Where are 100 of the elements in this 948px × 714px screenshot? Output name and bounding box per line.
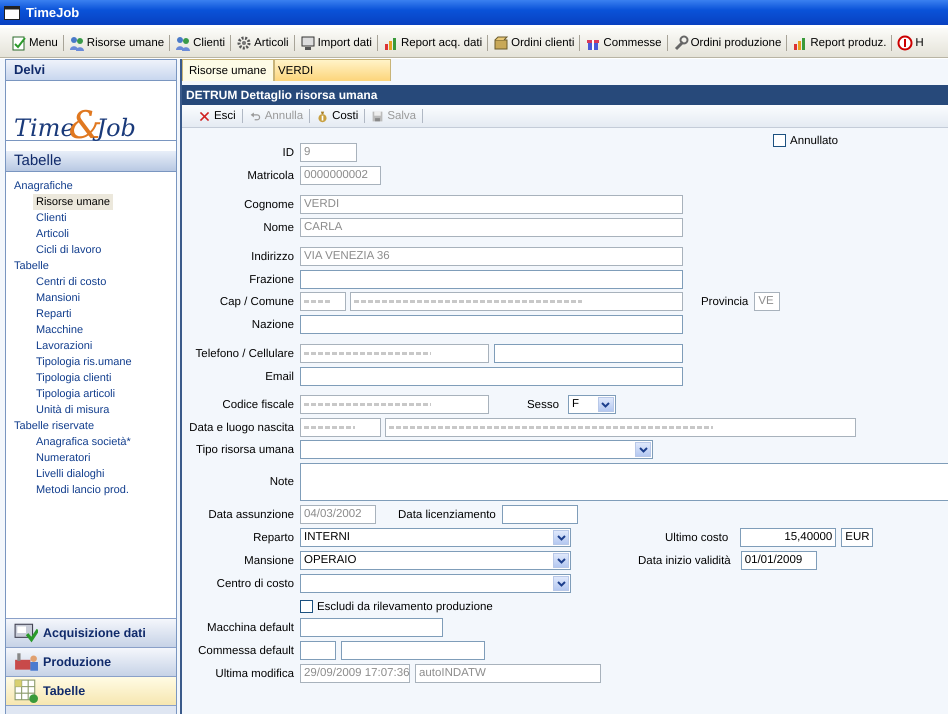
field-label: Data e luogo nascita xyxy=(188,422,295,434)
people-icon xyxy=(175,34,192,50)
tree-group[interactable]: Tabelle riservate xyxy=(14,420,94,432)
toolbar-button[interactable]: Report acq. dati xyxy=(380,32,486,54)
checklist-icon xyxy=(11,34,27,50)
field-label: Telefono / Cellulare xyxy=(194,348,295,360)
tab[interactable]: VERDI xyxy=(274,59,391,81)
tree-item[interactable]: Mansioni xyxy=(33,290,84,306)
field-label: Commessa default xyxy=(197,644,295,656)
field-label: ID xyxy=(282,146,295,158)
field-label: Ultimo costo xyxy=(665,532,728,544)
field-label: Centro di costo xyxy=(216,578,295,590)
field-label: Data licenziamento xyxy=(398,508,496,520)
tree-item[interactable]: Livelli dialoghi xyxy=(33,466,108,482)
chevron-down-icon xyxy=(556,534,566,540)
toolbar-button[interactable]: H xyxy=(894,32,927,54)
tree-item[interactable]: Centri di costo xyxy=(33,274,110,290)
notes-field[interactable] xyxy=(300,463,948,501)
tree-group[interactable]: Tabelle xyxy=(14,260,49,272)
toolbar-button[interactable]: Import dati xyxy=(296,32,375,54)
input-field[interactable]: 15,40000 xyxy=(740,528,836,547)
box-icon xyxy=(493,34,510,50)
field-label: Mansione xyxy=(243,554,295,566)
tree-group[interactable]: Anagrafiche xyxy=(14,180,73,192)
field-label: Cap / Comune xyxy=(218,296,295,308)
toolbar-button[interactable]: Report produz. xyxy=(789,32,890,54)
toolbar-button[interactable]: Ordini produzione xyxy=(670,32,784,54)
field-label: Indirizzo xyxy=(250,250,295,262)
toolbar-button[interactable]: Ordini clienti xyxy=(490,32,578,54)
action-button[interactable]: Esci xyxy=(192,106,242,126)
input-field[interactable] xyxy=(300,270,683,289)
checkbox-label: Annullato xyxy=(790,134,838,146)
input-field[interactable] xyxy=(502,505,578,524)
checkbox[interactable] xyxy=(773,134,786,147)
tree-item[interactable]: Risorse umane xyxy=(33,194,113,210)
tree-item[interactable]: Reparti xyxy=(33,306,74,322)
tree-item[interactable]: Tipologia articoli xyxy=(33,386,118,402)
tree-item[interactable]: Lavorazioni xyxy=(33,338,96,354)
field-label: Tipo risorsa umana xyxy=(194,444,295,456)
input-field[interactable] xyxy=(300,641,336,660)
toolbar-button[interactable]: Commesse xyxy=(582,32,665,54)
field-label: Sesso xyxy=(527,398,559,410)
company-name: Delvi xyxy=(6,60,176,81)
tree-item[interactable]: Unità di misura xyxy=(33,402,112,418)
window-icon xyxy=(4,6,20,20)
panel-title: DETRUM Dettaglio risorsa umana xyxy=(182,85,948,105)
field-label: Nome xyxy=(262,222,295,234)
input-field[interactable] xyxy=(341,641,485,660)
nav-button[interactable]: Tabelle xyxy=(6,676,176,705)
people-icon xyxy=(68,34,85,50)
tree-item[interactable]: Clienti xyxy=(33,210,70,226)
undo-icon xyxy=(248,110,262,122)
field-label: Data inizio validità xyxy=(638,554,731,566)
field-label: Provincia xyxy=(701,296,748,308)
dropdown[interactable] xyxy=(300,574,571,593)
field-label: Frazione xyxy=(248,274,295,286)
tree-item[interactable]: Tipologia clienti xyxy=(33,370,114,386)
tree-item[interactable]: Numeratori xyxy=(33,450,94,466)
table-grid-icon xyxy=(14,679,38,703)
chevron-down-icon xyxy=(638,446,648,452)
tree-item[interactable]: Anagrafica società* xyxy=(33,434,134,450)
field-label: Data assunzione xyxy=(207,508,295,520)
tree-item[interactable]: Cicli di lavoro xyxy=(33,242,104,258)
field-label: Nazione xyxy=(250,318,295,330)
dropdown[interactable]: OPERAIO xyxy=(300,551,571,570)
input-field[interactable]: EUR xyxy=(841,528,874,547)
input-field[interactable]: 01/01/2009 xyxy=(740,551,817,570)
tree-item[interactable]: Tipologia ris.umane xyxy=(33,354,135,370)
toolbar-button[interactable]: Menu xyxy=(8,32,61,54)
toolbar-button[interactable]: Clienti xyxy=(172,32,228,54)
tree-item[interactable]: Articoli xyxy=(33,226,72,242)
input-field[interactable] xyxy=(300,367,683,386)
input-field[interactable] xyxy=(494,344,683,363)
field-label: Macchina default xyxy=(206,622,295,634)
field-label: Codice fiscale xyxy=(221,398,295,410)
toolbar-button[interactable]: Risorse umane xyxy=(66,32,168,54)
money-bag-icon xyxy=(316,110,330,122)
tab[interactable]: Risorse umane xyxy=(182,59,274,81)
toolbar-button[interactable]: Articoli xyxy=(233,32,292,54)
tree-item[interactable]: Metodi lancio prod. xyxy=(33,482,132,498)
checkbox-label: Escludi da rilevamento produzione xyxy=(317,600,493,612)
nav-button[interactable]: Produzione xyxy=(6,647,176,676)
checkbox[interactable] xyxy=(300,600,313,613)
input-field[interactable] xyxy=(300,315,683,334)
chevron-down-icon xyxy=(556,558,566,564)
dropdown[interactable] xyxy=(300,440,653,459)
field-label: Ultima modifica xyxy=(214,668,295,680)
field-label: Matricola xyxy=(246,170,295,182)
monitor-icon xyxy=(300,34,316,50)
scanner-icon xyxy=(14,621,38,645)
dropdown[interactable]: F xyxy=(568,395,616,414)
input-field[interactable] xyxy=(300,618,443,637)
tree-item[interactable]: Macchine xyxy=(33,322,86,338)
gear-icon xyxy=(236,34,252,50)
action-button[interactable]: Costi xyxy=(310,106,364,126)
dropdown[interactable]: INTERNI xyxy=(300,528,571,547)
field-label: Note xyxy=(268,476,295,488)
nav-button[interactable]: Acquisizione dati xyxy=(6,618,176,647)
nav-button-edge[interactable] xyxy=(6,705,176,714)
field-label: Email xyxy=(264,370,295,382)
